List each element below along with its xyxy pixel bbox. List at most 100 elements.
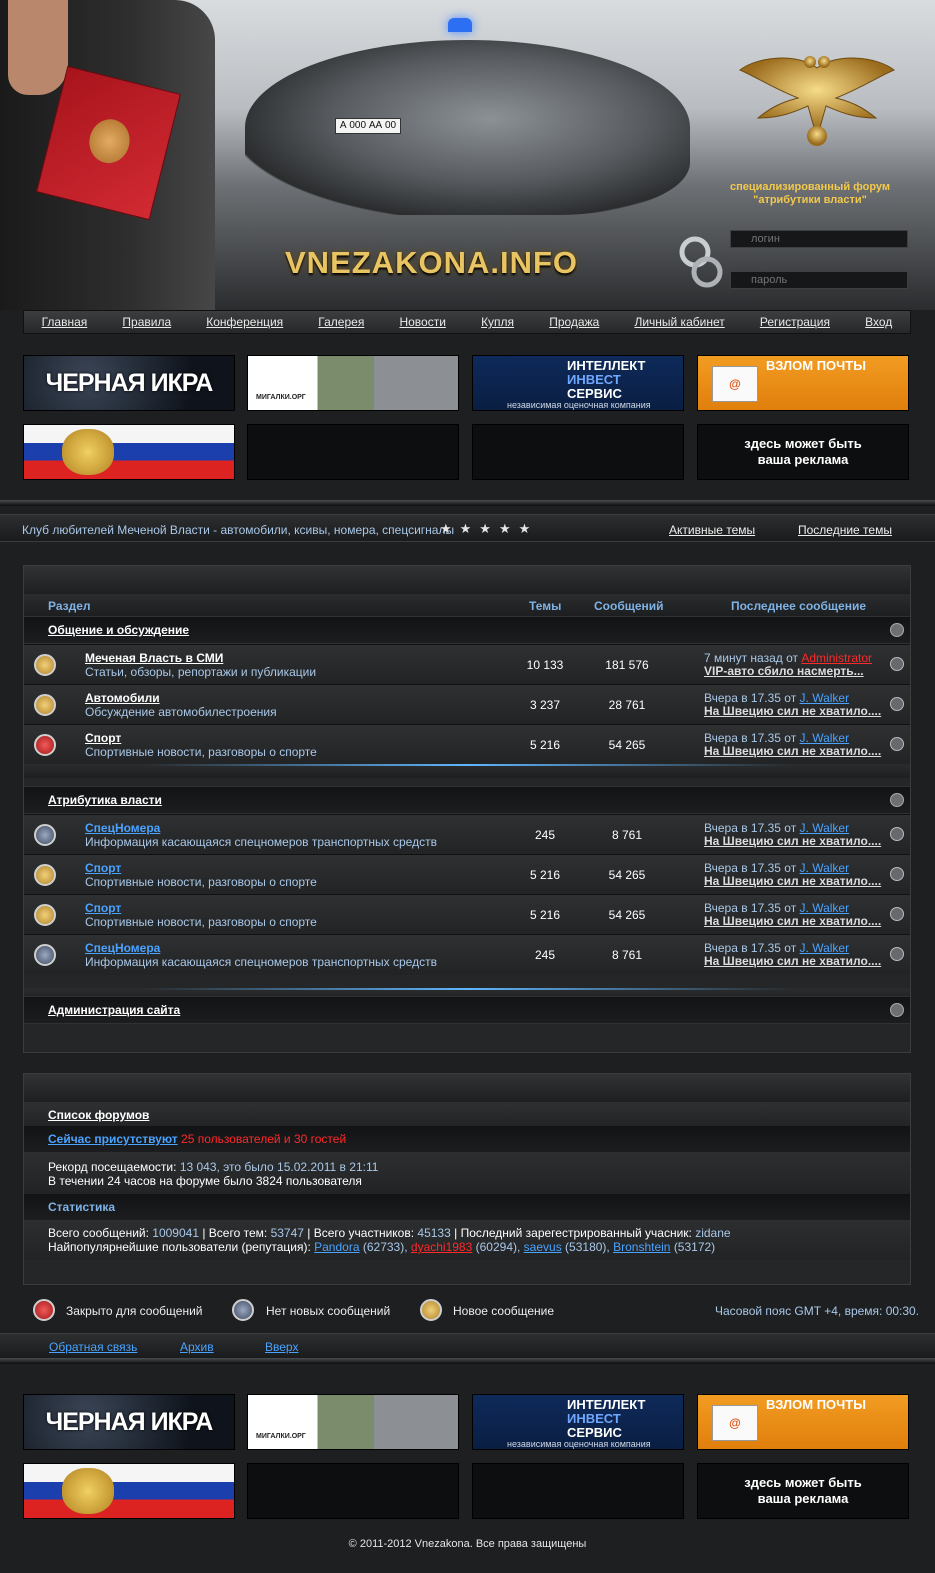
main-nav: Главная Правила Конференция Галерея Ново… xyxy=(23,310,911,334)
forum-title-link[interactable]: Меченая Власть в СМИ xyxy=(85,651,223,665)
banner-invest-line2: ИНВЕСТ xyxy=(567,372,621,387)
nav-register[interactable]: Регистрация xyxy=(760,315,830,329)
last-post-author[interactable]: J. Walker xyxy=(800,941,850,955)
nav-sell[interactable]: Продажа xyxy=(549,315,599,329)
banner-invest[interactable]: ИНТЕЛЛЕКТ ИНВЕСТ СЕРВИС независимая оцен… xyxy=(472,355,684,411)
forum-row[interactable]: Спорт Спортивные новости, разговоры о сп… xyxy=(24,894,910,935)
banner-mail-label: ВЗЛОМ ПОЧТЫ xyxy=(766,358,866,373)
last-topics-link[interactable]: Последние темы xyxy=(798,523,892,537)
archive-link[interactable]: Архив xyxy=(180,1340,214,1354)
banner-ikra[interactable]: ЧЕРНАЯ ИКРА xyxy=(23,355,235,411)
stars-icon: ★★★★★ xyxy=(440,521,539,536)
banner-mail[interactable]: @ ВЗЛОМ ПОЧТЫ xyxy=(697,355,909,411)
forum-title-link[interactable]: СпецНомера xyxy=(85,821,160,835)
category-title[interactable]: Администрация сайта xyxy=(48,1003,180,1017)
password-input[interactable] xyxy=(730,271,908,289)
banner-invest[interactable]: ИНТЕЛЛЕКТ ИНВЕСТ СЕРВИС независимая оцен… xyxy=(472,1394,684,1450)
popular-user-link[interactable]: saevus xyxy=(524,1240,562,1254)
category-title[interactable]: Атрибутика власти xyxy=(48,793,162,807)
last-post-link[interactable]: На Швецию сил не хватило.... xyxy=(704,834,881,848)
last-post-author[interactable]: J. Walker xyxy=(800,821,850,835)
last-post-author[interactable]: Administrator xyxy=(801,651,872,665)
banner-empty-1[interactable] xyxy=(247,424,459,480)
forum-title-link[interactable]: Автомобили xyxy=(85,691,160,705)
banner-empty-2[interactable] xyxy=(472,424,684,480)
nav-rules[interactable]: Правила xyxy=(122,315,171,329)
last-post-author[interactable]: J. Walker xyxy=(800,691,850,705)
nav-conference[interactable]: Конференция xyxy=(206,315,283,329)
collapse-toggle-icon[interactable] xyxy=(890,1003,904,1017)
forum-title-link[interactable]: Спорт xyxy=(85,861,121,875)
last-reg-user[interactable]: zidane xyxy=(695,1226,730,1240)
forum-row[interactable]: СпецНомера Информация касающаяся спецном… xyxy=(24,934,910,975)
nav-gallery[interactable]: Галерея xyxy=(318,315,364,329)
site-logo[interactable]: VNEZAKONA.INFO xyxy=(285,245,645,281)
ad-line2: ваша реклама xyxy=(757,452,849,467)
go-to-post-icon[interactable] xyxy=(890,697,904,711)
go-to-post-icon[interactable] xyxy=(890,947,904,961)
last-reg-label: | Последний зарегестрированный учасник: xyxy=(454,1226,692,1240)
banner-mail[interactable]: @ ВЗЛОМ ПОЧТЫ xyxy=(697,1394,909,1450)
last-post-link[interactable]: На Швецию сил не хватило.... xyxy=(704,954,881,968)
banner-migalki[interactable]: МИГАЛКИ.ОРГ xyxy=(247,1394,459,1450)
forum-title-link[interactable]: Спорт xyxy=(85,731,121,745)
last-post-link[interactable]: На Швецию сил не хватило.... xyxy=(704,704,881,718)
new-posts-icon xyxy=(34,654,56,676)
go-to-post-icon[interactable] xyxy=(890,657,904,671)
nav-cabinet[interactable]: Личный кабинет xyxy=(634,315,724,329)
banner-flag[interactable] xyxy=(23,424,235,480)
collapse-toggle-icon[interactable] xyxy=(890,623,904,637)
forum-row[interactable]: Спорт Спортивные новости, разговоры о сп… xyxy=(24,724,910,765)
category-header: Администрация сайта xyxy=(24,996,910,1024)
last-post-author[interactable]: J. Walker xyxy=(800,901,850,915)
popular-user-link[interactable]: Bronshtein xyxy=(613,1240,670,1254)
banner-invest-line3: СЕРВИС xyxy=(567,386,622,401)
login-input[interactable] xyxy=(730,230,908,248)
forum-list-link[interactable]: Список форумов xyxy=(48,1108,149,1122)
last-post-link[interactable]: На Швецию сил не хватило.... xyxy=(704,874,881,888)
collapse-toggle-icon[interactable] xyxy=(890,793,904,807)
forum-row[interactable]: Автомобили Обсуждение автомобилестроения… xyxy=(24,684,910,725)
nav-buy[interactable]: Купля xyxy=(481,315,514,329)
forum-row[interactable]: Спорт Спортивные новости, разговоры о сп… xyxy=(24,854,910,895)
banner-ikra[interactable]: ЧЕРНАЯ ИКРА xyxy=(23,1394,235,1450)
banner-invest-line1: ИНТЕЛЛЕКТ xyxy=(567,1397,646,1412)
go-to-post-icon[interactable] xyxy=(890,907,904,921)
online-label-link[interactable]: Сейчас присутствуют xyxy=(48,1132,178,1146)
category-title[interactable]: Общение и обсуждение xyxy=(48,623,189,637)
last-post-link[interactable]: На Швецию сил не хватило.... xyxy=(704,744,881,758)
site-header: А 000 АА 00 VNEZAKONA.INFO специализиров… xyxy=(0,0,935,310)
posts-count: 8 761 xyxy=(577,935,678,975)
last-post-link[interactable]: На Швецию сил не хватило.... xyxy=(704,914,881,928)
nav-home[interactable]: Главная xyxy=(42,315,88,329)
go-to-post-icon[interactable] xyxy=(890,737,904,751)
banner-empty-2[interactable] xyxy=(472,1463,684,1519)
popular-user-link[interactable]: dyachi1983 xyxy=(411,1240,472,1254)
last-post-time: Вчера в 17.35 от xyxy=(704,941,797,955)
last-post-link[interactable]: VIP-авто сбило насмерть... xyxy=(704,664,864,678)
up-link[interactable]: Вверх xyxy=(265,1340,298,1354)
nav-news[interactable]: Новости xyxy=(399,315,445,329)
forum-title-link[interactable]: СпецНомера xyxy=(85,941,160,955)
nav-login[interactable]: Вход xyxy=(865,315,892,329)
feedback-link[interactable]: Обратная связь xyxy=(49,1340,137,1354)
forum-row[interactable]: СпецНомера Информация касающаяся спецном… xyxy=(24,814,910,855)
forum-row[interactable]: Меченая Власть в СМИ Статьи, обзоры, реп… xyxy=(24,644,910,685)
banner-flag[interactable] xyxy=(23,1463,235,1519)
go-to-post-icon[interactable] xyxy=(890,827,904,841)
popular-user-link[interactable]: Pandora xyxy=(314,1240,359,1254)
forum-icon-cell xyxy=(24,895,67,935)
last-post-author[interactable]: J. Walker xyxy=(800,731,850,745)
forum-info-cell: СпецНомера Информация касающаяся спецном… xyxy=(66,815,514,855)
forum-info-cell: Спорт Спортивные новости, разговоры о сп… xyxy=(66,725,514,765)
active-topics-link[interactable]: Активные темы xyxy=(669,523,755,537)
forum-description: Статьи, обзоры, репортажи и публикации xyxy=(85,665,317,679)
last-post-author[interactable]: J. Walker xyxy=(800,861,850,875)
closed-forum-icon xyxy=(33,1299,55,1321)
banner-ad-placeholder[interactable]: здесь может быть ваша реклама xyxy=(697,424,909,480)
banner-empty-1[interactable] xyxy=(247,1463,459,1519)
forum-title-link[interactable]: Спорт xyxy=(85,901,121,915)
banner-ad-placeholder[interactable]: здесь может быть ваша реклама xyxy=(697,1463,909,1519)
go-to-post-icon[interactable] xyxy=(890,867,904,881)
banner-migalki[interactable]: МИГАЛКИ.ОРГ xyxy=(247,355,459,411)
